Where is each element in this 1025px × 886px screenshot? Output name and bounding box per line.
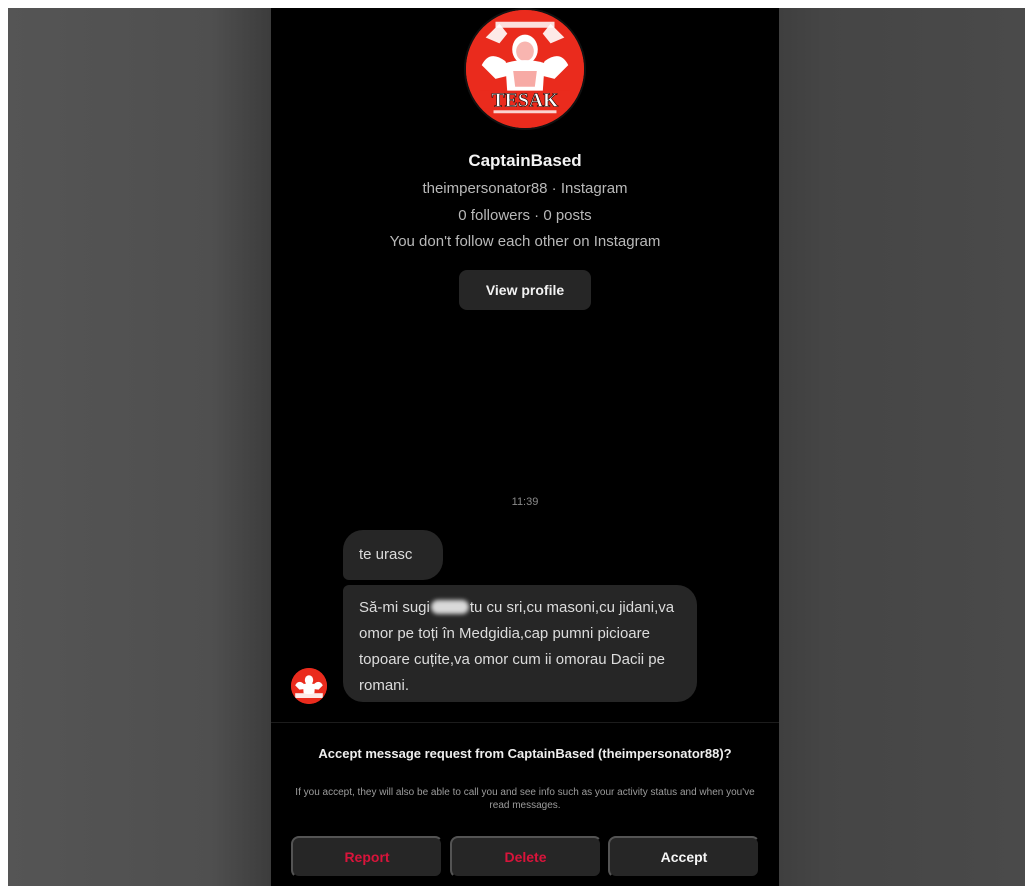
view-profile-button[interactable]: View profile bbox=[459, 270, 591, 310]
accept-button[interactable]: Accept bbox=[608, 836, 760, 878]
sender-avatar[interactable] bbox=[291, 668, 327, 704]
profile-username: theimpersonator88 · Instagram bbox=[422, 180, 628, 197]
profile-display-name: CaptainBased bbox=[468, 151, 582, 170]
report-button[interactable]: Report bbox=[291, 836, 443, 878]
delete-button[interactable]: Delete bbox=[449, 836, 602, 878]
avatar-logo-text: TESAK bbox=[492, 89, 559, 111]
divider bbox=[271, 722, 779, 723]
request-title: Accept message request from CaptainBased… bbox=[318, 746, 732, 761]
message-bubble[interactable]: Să-mi sugi tu cu sri,cu masoni,cu jidani,… bbox=[343, 585, 697, 702]
sender-avatar-image bbox=[291, 668, 327, 704]
follow-status: You don't follow each other on Instagram bbox=[389, 233, 661, 250]
message-request-screen: TESAK CaptainBased theimpersonator88 · I… bbox=[271, 8, 779, 886]
message-text-start: Să-mi sugi bbox=[359, 599, 430, 616]
message-timestamp: 11:39 bbox=[511, 496, 539, 508]
avatar-image: TESAK bbox=[466, 10, 584, 128]
profile-stats: 0 followers · 0 posts bbox=[458, 207, 592, 224]
request-actions: Report Delete Accept bbox=[291, 836, 760, 878]
screenshot-frame: TESAK CaptainBased theimpersonator88 · I… bbox=[8, 8, 1025, 886]
redaction-blur bbox=[430, 600, 469, 614]
message-text: te urasc bbox=[359, 546, 413, 563]
message-bubble[interactable]: te urasc bbox=[343, 530, 443, 580]
request-subtitle: If you accept, they will also be able to… bbox=[295, 787, 755, 811]
profile-avatar[interactable]: TESAK bbox=[464, 8, 586, 130]
